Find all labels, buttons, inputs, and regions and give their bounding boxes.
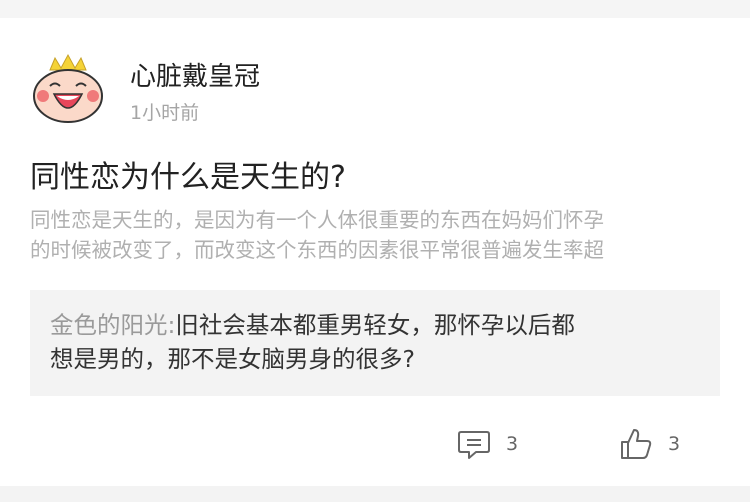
comment-count: 3 [506,433,519,455]
thumbs-up-icon [621,429,652,459]
post-excerpt[interactable]: 同性恋是天生的，是因为有一个人体很重要的东西在妈妈们怀孕 的时候被改变了，而改变… [30,205,730,265]
avatar[interactable] [28,50,108,130]
bottom-band [0,486,750,502]
like-count: 3 [668,433,681,455]
author-name[interactable]: 心脏戴皇冠 [130,56,260,93]
comment-bubble-icon [458,431,490,459]
crown-icon [49,53,87,71]
excerpt-line: 同性恋是天生的，是因为有一个人体很重要的东西在妈妈们怀孕 [30,208,604,232]
comment-body-line: 想是男的，那不是女脑男身的很多? [50,345,415,373]
post-title[interactable]: 同性恋为什么是天生的? [30,152,346,196]
excerpt-line: 的时候被改变了，而改变这个东西的因素很平常很普遍发生率超 [30,238,604,262]
like-button[interactable]: 3 [618,424,680,464]
comment-button[interactable]: 3 [456,424,518,464]
top-band [0,0,750,18]
featured-comment[interactable]: 金色的阳光:旧社会基本都重男轻女，那怀孕以后都 想是男的，那不是女脑男身的很多? [30,290,720,396]
post-time: 1小时前 [130,102,200,124]
comment-author[interactable]: 金色的阳光 [50,311,168,339]
comment-body-line: 旧社会基本都重男轻女，那怀孕以后都 [175,311,575,339]
comment-text: 金色的阳光:旧社会基本都重男轻女，那怀孕以后都 想是男的，那不是女脑男身的很多? [50,308,710,376]
